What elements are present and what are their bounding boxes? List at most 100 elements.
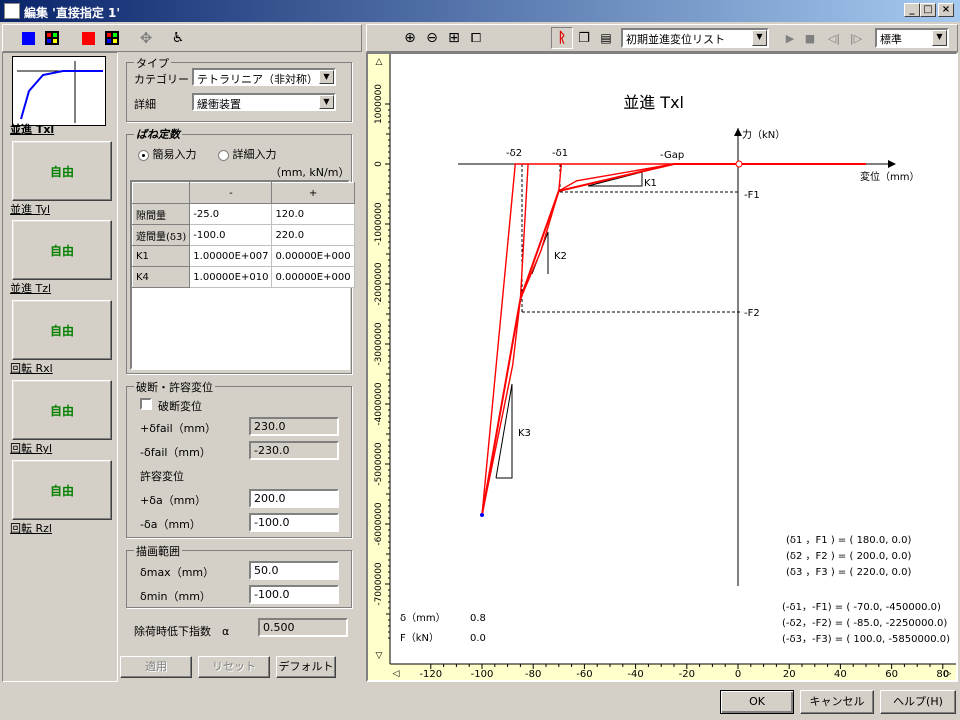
blue-color-button[interactable] (17, 27, 39, 49)
reset-button[interactable]: リセット (198, 656, 270, 678)
plus-a-label: +δa（mm） (140, 494, 207, 507)
row-header: 遊間量(δ3) (131, 224, 191, 246)
list-button[interactable]: ▤ (595, 27, 617, 49)
radio-simple-label: 簡易入力 (152, 148, 197, 161)
y-tick-label: -7000000 (374, 562, 384, 606)
table-cell[interactable]: 120.0 (271, 203, 355, 225)
table-cell[interactable]: 1.00000E+010 (189, 266, 273, 288)
fail-group-title: 破断・許容変位 (134, 379, 215, 395)
dof-panel-rxl[interactable]: 自由 (12, 300, 112, 360)
gap-label: -Gap (660, 150, 684, 161)
dof-panel-tyl[interactable]: 自由 (12, 141, 112, 201)
table-cell[interactable]: -100.0 (189, 224, 273, 246)
unload-field: 0.500 (258, 618, 348, 637)
chart-toolbar: ⊕ ⊖ ⊞ ⧠ ᚱ ❐ ▤ 初期並進変位リスト ▼ ▶ ■ ◁| |▷ 標準 ▼ (366, 24, 958, 52)
dof-panel-ryl[interactable]: 自由 (12, 380, 112, 440)
stop-button[interactable]: ■ (799, 27, 821, 49)
displacement-list-dropdown[interactable]: 初期並進変位リスト ▼ (621, 28, 769, 48)
dof-label-rxl[interactable]: 回転 Rxl (10, 360, 53, 376)
dof-label-tzl[interactable]: 並進 Tzl (10, 280, 51, 296)
detail-value: 緩衝装置 (197, 98, 241, 111)
force-readout-label: F（kN） (400, 632, 439, 644)
plus-fail-field: 230.0 (249, 417, 339, 436)
dof-panel-rzl[interactable]: 自由 (12, 460, 112, 520)
chair-icon: ♿ (171, 30, 185, 46)
radio-simple[interactable]: 簡易入力 (138, 146, 197, 162)
help-button[interactable]: ヘルプ(H) (880, 690, 956, 714)
dof-thumbnail-txl[interactable] (12, 56, 106, 126)
zoom-in-button[interactable]: ⊕ (399, 27, 421, 49)
dof-label-tyl[interactable]: 並進 Tyl (10, 201, 50, 217)
run-button[interactable]: ᚱ (551, 27, 573, 49)
radio-detail-label: 詳細入力 (232, 148, 277, 161)
row-header: 隙間量 (131, 203, 191, 225)
table-cell[interactable]: -25.0 (189, 203, 273, 225)
points-row: (-δ1，-F1) = ( -70.0, -450000.0) (782, 602, 941, 613)
minus-fail-label: -δfail（mm） (140, 446, 211, 459)
table-cell[interactable]: 220.0 (271, 224, 355, 246)
radio-detail[interactable]: 詳細入力 (218, 146, 277, 162)
chart-title: 並進 Txl (623, 93, 684, 112)
col-header-minus: - (189, 182, 273, 204)
chair-button[interactable]: ♿ (167, 27, 189, 49)
table-cell[interactable]: 1.00000E+007 (189, 245, 273, 267)
play-icon: ▶ (785, 31, 795, 45)
fail-checkbox[interactable] (140, 398, 152, 410)
cancel-button[interactable]: キャンセル (800, 690, 874, 714)
view-dropdown[interactable]: 標準 ▼ (875, 28, 949, 48)
play-button[interactable]: ▶ (779, 27, 801, 49)
move-button[interactable]: ✥ (135, 27, 157, 49)
table-cell[interactable]: 0.00000E+000 (271, 245, 355, 267)
copy-button[interactable]: ❐ (573, 27, 595, 49)
dof-sidebar: 並進 Txl 自由 並進 Tyl 自由 並進 Tzl 自由 回転 Rxl 自由 … (2, 52, 118, 682)
spring-table: - + 隙間量 -25.0 120.0 遊間量(δ3) -100.0 220.0… (131, 182, 355, 288)
detail-dropdown[interactable]: 緩衝装置 ▼ (192, 93, 336, 111)
table-cell[interactable]: 0.00000E+000 (271, 266, 355, 288)
delta-readout-value: 0.8 (470, 613, 486, 624)
frame-button[interactable]: ⧠ (465, 27, 487, 49)
allow-title: 許容変位 (140, 470, 184, 483)
dof-label-rzl[interactable]: 回転 Rzl (10, 520, 52, 536)
plus-a-field[interactable]: 200.0 (249, 489, 339, 508)
ok-button[interactable]: OK (720, 690, 794, 714)
zoom-out-button[interactable]: ⊖ (421, 27, 443, 49)
color-grid-button-2[interactable] (101, 27, 123, 49)
fail-check-label: 破断変位 (158, 400, 202, 413)
blue-square-icon (21, 31, 35, 45)
category-dropdown[interactable]: テトラリニア（非対称） ▼ (192, 68, 336, 86)
spring-group-title: ばね定数 (134, 126, 182, 142)
minimize-button[interactable]: _ (904, 3, 920, 17)
red-color-button[interactable] (77, 27, 99, 49)
x-axis-arrow (888, 160, 896, 168)
fit-button[interactable]: ⊞ (443, 27, 465, 49)
unload-label: 除荷時低下指数 α (134, 625, 230, 638)
chart-area[interactable]: △ ▽ ◁ ▷ 1000000 0 -1000000 -2000000 -3000000… (366, 52, 958, 682)
dof-label-ryl[interactable]: 回転 Ryl (10, 440, 52, 456)
left-toolbar: ✥ ♿ (2, 24, 362, 52)
prev-button[interactable]: ◁| (823, 27, 845, 49)
apply-button[interactable]: 適用 (120, 656, 192, 678)
color-grid-button[interactable] (41, 27, 63, 49)
maximize-button[interactable]: □ (920, 3, 936, 17)
x-tick-label: -60 (576, 669, 592, 680)
range-max-field[interactable]: 50.0 (249, 561, 339, 580)
x-axis-label: 変位（mm） (860, 170, 919, 183)
dof-panel-tzl[interactable]: 自由 (12, 220, 112, 280)
default-button[interactable]: デフォルト (276, 656, 336, 678)
chevron-down-icon: ▼ (932, 30, 947, 46)
d1-label: -δ1 (552, 148, 568, 159)
x-tick-label: 40 (834, 669, 847, 680)
x-tick-label: -40 (627, 669, 643, 680)
chevron-down-icon: ▼ (319, 95, 334, 109)
x-tick-label: 20 (783, 669, 796, 680)
series-end-point (480, 513, 484, 517)
radio-off-icon (218, 149, 229, 161)
next-button[interactable]: |▷ (845, 27, 867, 49)
range-min-field[interactable]: -100.0 (249, 585, 339, 604)
dof-label-txl[interactable]: 並進 Txl (10, 121, 54, 137)
close-button[interactable]: × (938, 3, 954, 17)
y-tick-label: -2000000 (374, 262, 384, 306)
minus-a-field[interactable]: -100.0 (249, 513, 339, 532)
row-header: K4 (131, 266, 191, 288)
ruler-down-arrow: ▽ (376, 651, 383, 661)
